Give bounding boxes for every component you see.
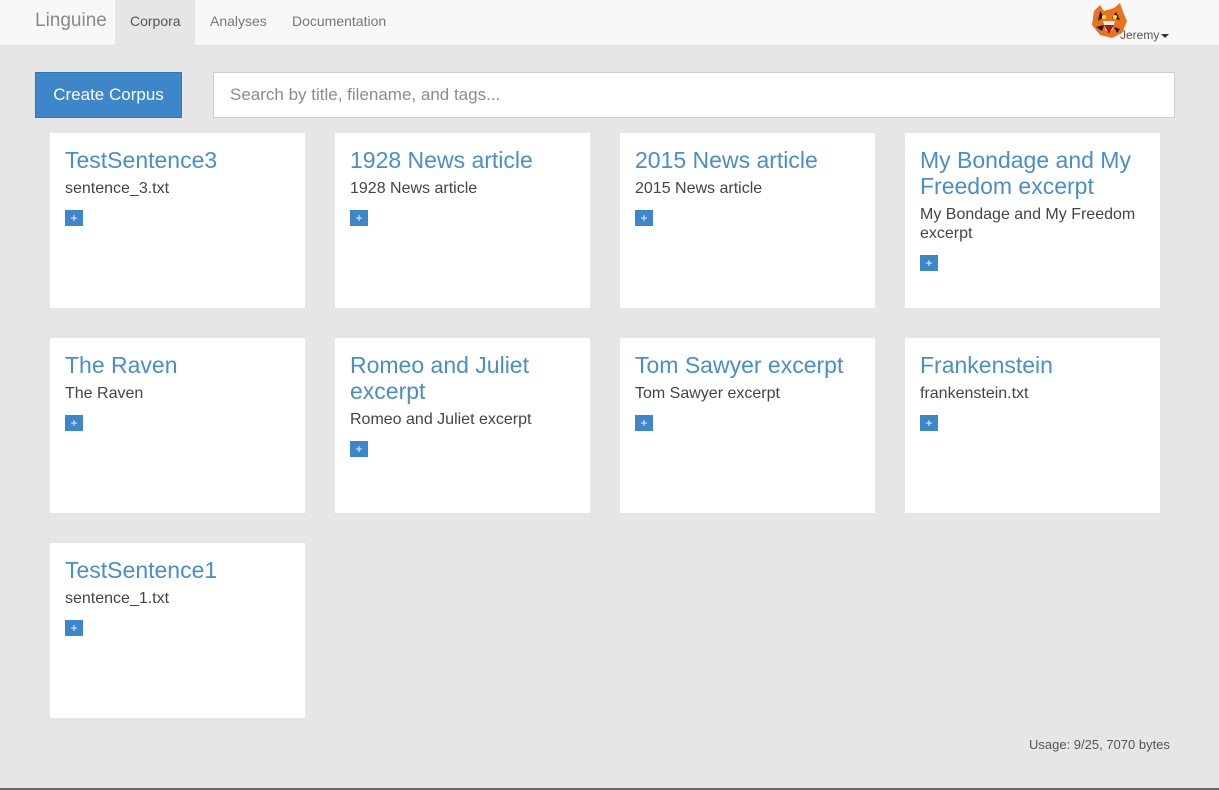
top-navbar: Linguine Corpora Analyses Documentation … bbox=[0, 0, 1219, 46]
corpus-card: Tom Sawyer excerpt Tom Sawyer excerpt + bbox=[620, 338, 875, 513]
corpus-card: 2015 News article 2015 News article + bbox=[620, 133, 875, 308]
corpus-card: The Raven The Raven + bbox=[50, 338, 305, 513]
corpus-title[interactable]: TestSentence3 bbox=[65, 147, 290, 173]
create-corpus-button[interactable]: Create Corpus bbox=[35, 72, 182, 118]
corpus-title[interactable]: Tom Sawyer excerpt bbox=[635, 352, 860, 378]
corpus-filename: Romeo and Juliet excerpt bbox=[350, 411, 532, 428]
corpus-filename: The Raven bbox=[65, 385, 144, 402]
corpus-filename: 2015 News article bbox=[635, 180, 763, 197]
corpus-filename: sentence_3.txt bbox=[65, 180, 170, 197]
corpus-title[interactable]: Romeo and Juliet excerpt bbox=[350, 352, 575, 404]
corpus-card: TestSentence1 sentence_1.txt + bbox=[50, 543, 305, 718]
corpus-filename: sentence_1.txt bbox=[65, 590, 170, 607]
corpus-filename: 1928 News article bbox=[350, 180, 478, 197]
add-tag-button[interactable]: + bbox=[920, 415, 938, 431]
corpus-card: My Bondage and My Freedom excerpt My Bon… bbox=[905, 133, 1160, 308]
corpus-title[interactable]: My Bondage and My Freedom excerpt bbox=[920, 147, 1145, 199]
add-tag-button[interactable]: + bbox=[635, 210, 653, 226]
corpus-card: 1928 News article 1928 News article + bbox=[335, 133, 590, 308]
corpus-filename: frankenstein.txt bbox=[920, 385, 1029, 402]
brand-logo[interactable]: Linguine bbox=[35, 10, 107, 32]
corpus-card: TestSentence3 sentence_3.txt + bbox=[50, 133, 305, 308]
user-menu[interactable]: Jeremy bbox=[1120, 28, 1170, 42]
tab-analyses[interactable]: Analyses bbox=[195, 0, 277, 45]
add-tag-button[interactable]: + bbox=[350, 210, 368, 226]
corpus-title[interactable]: TestSentence1 bbox=[65, 557, 290, 583]
add-tag-button[interactable]: + bbox=[65, 620, 83, 636]
corpus-title[interactable]: 2015 News article bbox=[635, 147, 860, 173]
corpus-filename: My Bondage and My Freedom excerpt bbox=[920, 206, 1136, 242]
add-tag-button[interactable]: + bbox=[635, 415, 653, 431]
tab-corpora[interactable]: Corpora bbox=[115, 0, 195, 45]
search-input[interactable] bbox=[213, 72, 1175, 118]
tab-documentation[interactable]: Documentation bbox=[277, 0, 401, 45]
add-tag-button[interactable]: + bbox=[920, 255, 938, 271]
add-tag-button[interactable]: + bbox=[65, 210, 83, 226]
usage-status: Usage: 9/25, 7070 bytes bbox=[1029, 737, 1170, 752]
corpus-title[interactable]: 1928 News article bbox=[350, 147, 575, 173]
add-tag-button[interactable]: + bbox=[65, 415, 83, 431]
add-tag-button[interactable]: + bbox=[350, 441, 368, 457]
corpus-title[interactable]: Frankenstein bbox=[920, 352, 1145, 378]
corpus-card: Frankenstein frankenstein.txt + bbox=[905, 338, 1160, 513]
corpus-title[interactable]: The Raven bbox=[65, 352, 290, 378]
chevron-down-icon bbox=[1161, 33, 1170, 38]
user-name: Jeremy bbox=[1120, 28, 1160, 42]
corpus-card: Romeo and Juliet excerpt Romeo and Julie… bbox=[335, 338, 590, 513]
corpus-filename: Tom Sawyer excerpt bbox=[635, 385, 780, 402]
